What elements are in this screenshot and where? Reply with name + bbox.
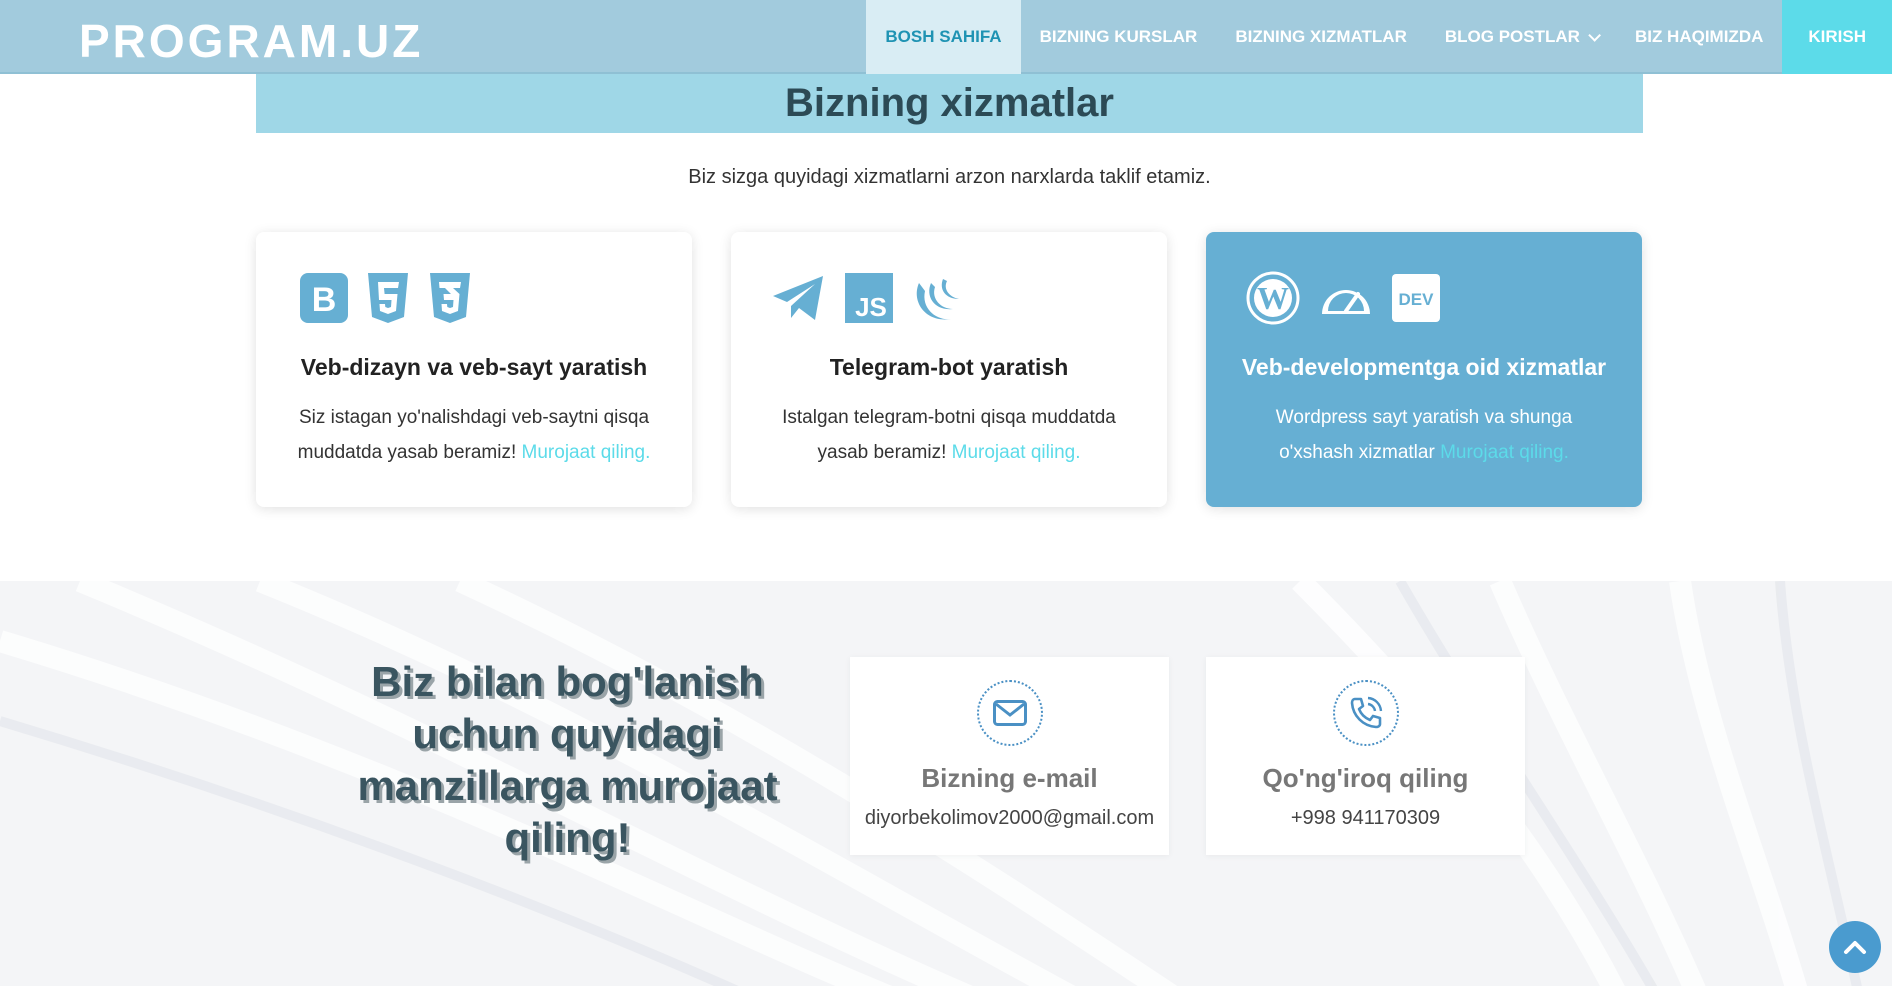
nav-label: BLOG POSTLAR (1444, 27, 1580, 46)
nav-label: BOSH SAHIFA (885, 27, 1002, 46)
svg-text:B: B (312, 281, 337, 319)
services-subtitle: Biz sizga quyidagi xizmatlarni arzon nar… (688, 166, 1211, 188)
chevron-up-icon (1844, 941, 1866, 954)
nav-label: BIZNING XIZMATLAR (1235, 27, 1407, 46)
nav-item-services[interactable]: BIZNING XIZMATLAR (1216, 0, 1426, 74)
scroll-to-top-button[interactable] (1829, 921, 1881, 973)
html5-icon (368, 273, 408, 323)
service-card-telegram-bot: JS Telegram-bot yaratish Istalgan telegr… (731, 232, 1167, 507)
svg-text:W: W (1257, 280, 1289, 316)
jquery-icon (916, 279, 959, 320)
services-title: Bizning xizmatlar (785, 81, 1114, 125)
phone-value[interactable]: +998 941170309 (1206, 807, 1525, 830)
email-value[interactable]: diyorbekolimov2000@gmail.com (850, 807, 1169, 830)
js-icon: JS (845, 273, 893, 323)
dev-icon: DEV (1392, 274, 1440, 322)
main-nav: BOSH SAHIFA BIZNING KURSLAR BIZNING XIZM… (866, 0, 1892, 74)
svg-text:DEV: DEV (1399, 290, 1435, 309)
contact-heading: Biz bilan bog'lanish uchun quyidagi manz… (357, 658, 778, 861)
nav-label: BIZ HAQIMIZDA (1634, 27, 1764, 46)
card-title: Veb-developmentga oid xizmatlar (1241, 354, 1607, 380)
nav-item-login[interactable]: KIRISH (1782, 0, 1892, 74)
email-icon-circle (977, 680, 1043, 746)
nav-item-courses[interactable]: BIZNING KURSLAR (1021, 0, 1217, 74)
contact-link[interactable]: Murojaat qiling. (522, 442, 651, 463)
card-icons: B (300, 272, 472, 324)
contact-link[interactable]: Murojaat qiling. (1440, 442, 1569, 463)
phone-title: Qo'ng'iroq qiling (1262, 763, 1469, 793)
email-title: Bizning e-mail (921, 763, 1098, 793)
phone-icon (1350, 696, 1383, 729)
service-card-web-development: W DEV Veb-developmentga oid xizmatlar Wo… (1206, 232, 1642, 507)
contact-link[interactable]: Murojaat qiling. (952, 442, 1081, 463)
css3-icon (430, 273, 470, 323)
nav-item-home[interactable]: BOSH SAHIFA (866, 0, 1021, 74)
bootstrap-icon: B (300, 273, 348, 323)
envelope-icon (993, 700, 1027, 726)
site-logo[interactable]: PROGRAM.UZ (79, 14, 423, 68)
services-title-bar: Bizning xizmatlar (256, 74, 1643, 133)
nav-item-about[interactable]: BIZ HAQIMIZDA (1616, 0, 1782, 74)
card-text: Wordpress sayt yaratish va shunga o'xsha… (1246, 400, 1602, 470)
nav-item-blog[interactable]: BLOG POSTLAR (1426, 0, 1616, 74)
phone-box: Qo'ng'iroq qiling +998 941170309 (1206, 657, 1525, 855)
card-title: Telegram-bot yaratish (829, 354, 1069, 380)
service-card-web-design: B Veb-dizayn va veb-sayt yaratish Siz is… (256, 232, 692, 507)
card-icons: W DEV (1246, 271, 1440, 325)
email-box: Bizning e-mail diyorbekolimov2000@gmail.… (850, 657, 1169, 855)
speedometer-icon (1322, 290, 1370, 314)
card-text: Siz istagan yo'nalishdagi veb-saytni qis… (296, 400, 652, 470)
wordpress-icon: W (1246, 271, 1300, 325)
nav-label: BIZNING KURSLAR (1039, 27, 1198, 46)
card-text: Istalgan telegram-botni qisqa muddatda y… (771, 400, 1127, 470)
card-title: Veb-dizayn va veb-sayt yaratish (300, 354, 648, 380)
nav-label: KIRISH (1808, 27, 1866, 46)
telegram-icon (773, 276, 823, 320)
card-icons: JS (771, 272, 967, 324)
svg-text:JS: JS (855, 292, 887, 322)
chevron-down-icon (1588, 28, 1601, 42)
site-header: PROGRAM.UZ BOSH SAHIFA BIZNING KURSLAR B… (0, 0, 1892, 74)
phone-icon-circle (1333, 680, 1399, 746)
contact-section: Biz bilan bog'lanish uchun quyidagi manz… (0, 581, 1892, 986)
